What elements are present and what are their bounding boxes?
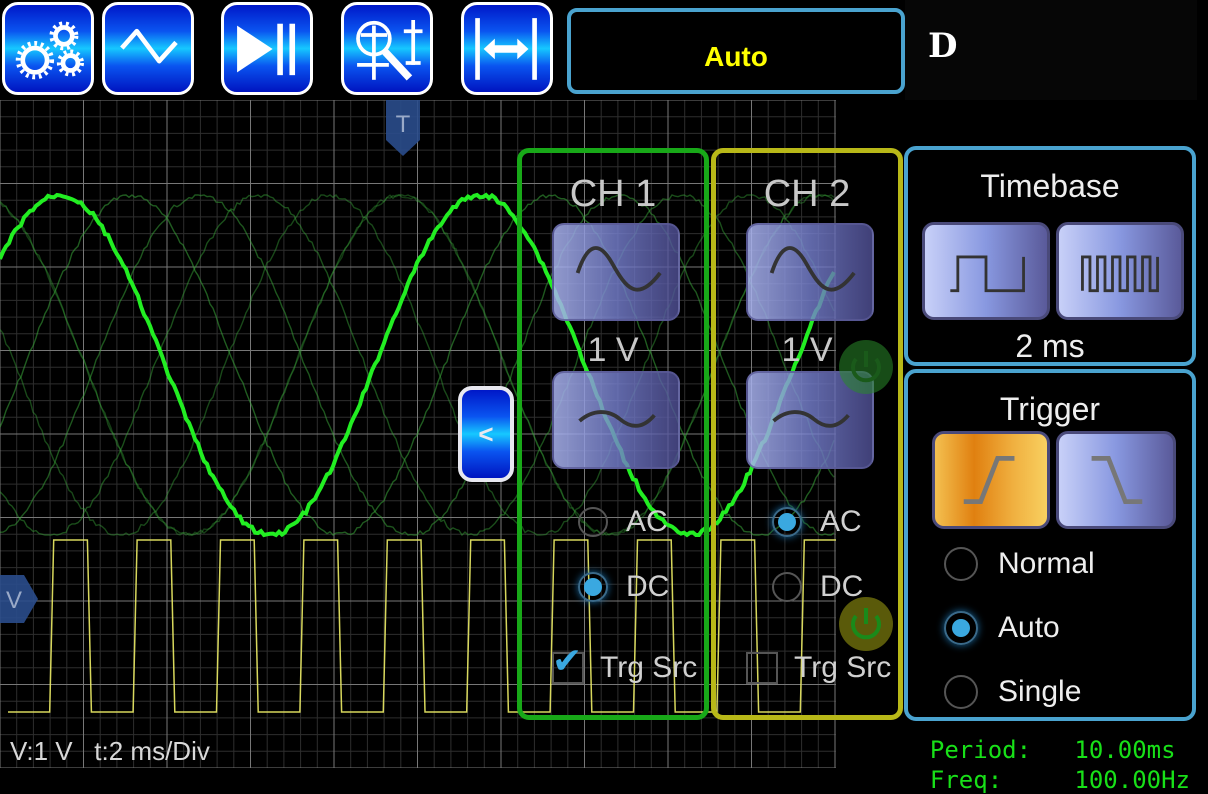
trigger-title: Trigger xyxy=(999,391,1101,427)
trigger-panel: Trigger Normal Auto Single xyxy=(904,369,1196,721)
checkbox-label: Trg Src xyxy=(600,651,698,684)
ch1-coupling-ac[interactable]: AC xyxy=(578,505,668,539)
volts-per-div: 1 V xyxy=(587,331,639,369)
timebase-title: Timebase xyxy=(980,168,1120,204)
small-sine-icon xyxy=(578,410,656,428)
rising-edge-button[interactable] xyxy=(932,431,1050,529)
trigger-level-marker[interactable]: T xyxy=(384,100,422,156)
radio-normal[interactable] xyxy=(944,547,978,581)
radio-label: AC xyxy=(820,505,862,538)
channel-title: CH 2 xyxy=(763,173,851,215)
radio-dc[interactable] xyxy=(578,572,608,602)
ch2-trigger-source[interactable]: Trg Src xyxy=(746,651,891,685)
d-label: D xyxy=(928,26,958,66)
channel-1-panel: CH 1 1 V AC DC Trg Src xyxy=(517,148,709,720)
trigger-mode-normal[interactable]: Normal xyxy=(944,547,1095,581)
freq-value: 100.00Hz xyxy=(1074,766,1190,794)
sine-wave-icon xyxy=(120,28,178,64)
narrow-square-wave-icon xyxy=(1081,255,1159,293)
horizontal-fit-icon xyxy=(475,18,537,80)
settings-button[interactable] xyxy=(2,2,94,95)
chevron-left-icon: < xyxy=(478,418,494,449)
ch2-coupling-dc[interactable]: DC xyxy=(772,570,863,604)
measure-zoom-button[interactable] xyxy=(341,2,433,95)
cursor-magnifier-icon xyxy=(356,19,423,81)
radio-ac[interactable] xyxy=(578,507,608,537)
channel-2-panel: CH 2 1 V AC DC Trg Src xyxy=(711,148,903,720)
timebase-value: 2 ms xyxy=(1015,328,1085,364)
frequency-readout: Freq: 100.00Hz xyxy=(901,738,1190,794)
timebase-increase-button[interactable] xyxy=(922,222,1050,320)
radio-label: AC xyxy=(626,505,668,538)
trigger-marker-label: T xyxy=(396,111,411,138)
trigger-source-checkbox[interactable] xyxy=(746,652,778,684)
ch1-power-icon[interactable] xyxy=(838,339,894,395)
gears-icon xyxy=(15,21,84,80)
radio-label: Auto xyxy=(998,611,1060,644)
timebase-decrease-button[interactable] xyxy=(1056,222,1184,320)
fit-width-button[interactable] xyxy=(461,2,553,95)
freq-label: Freq: xyxy=(929,766,1003,794)
checkbox-label: Trg Src xyxy=(794,651,892,684)
ch2-coupling-ac[interactable]: AC xyxy=(772,505,862,539)
run-stop-button[interactable] xyxy=(221,2,313,95)
radio-label: Single xyxy=(998,675,1082,708)
falling-edge-button[interactable] xyxy=(1056,431,1176,529)
ch1-coupling-dc[interactable]: DC xyxy=(578,570,669,604)
timebase-panel: Timebase 2 ms xyxy=(904,146,1196,366)
voltage-offset-marker[interactable]: V xyxy=(0,575,38,623)
ch1-volts-decrease-button[interactable] xyxy=(552,371,680,469)
trigger-mode-display[interactable]: Auto xyxy=(567,8,905,94)
large-sine-icon xyxy=(769,246,856,292)
trigger-source-checkbox[interactable] xyxy=(552,640,584,684)
ch2-power-icon[interactable] xyxy=(838,596,894,652)
ch1-trigger-source[interactable]: Trg Src xyxy=(552,640,698,685)
waveform-button[interactable] xyxy=(102,2,194,95)
falling-edge-icon xyxy=(1091,456,1143,504)
trigger-mode-single[interactable]: Single xyxy=(944,675,1081,709)
large-sine-icon xyxy=(575,246,662,292)
scale-status: V:1 V t:2 ms/Div xyxy=(10,736,210,766)
radio-ac[interactable] xyxy=(772,507,802,537)
play-pause-icon xyxy=(237,23,296,76)
trigger-mode-auto[interactable]: Auto xyxy=(944,611,1060,645)
radio-auto[interactable] xyxy=(944,611,978,645)
channel-title: CH 1 xyxy=(569,173,657,215)
radio-label: DC xyxy=(626,570,670,603)
collapse-panel-button[interactable]: < xyxy=(458,386,514,482)
ch1-volts-increase-button[interactable] xyxy=(552,223,680,321)
radio-single[interactable] xyxy=(944,675,978,709)
trigger-mode-label: Auto xyxy=(704,41,768,72)
rising-edge-icon xyxy=(963,456,1015,504)
radio-label: Normal xyxy=(998,547,1095,580)
wide-square-wave-icon xyxy=(950,255,1025,293)
voltage-marker-label: V xyxy=(6,587,22,614)
radio-dc[interactable] xyxy=(772,572,802,602)
ch2-volts-increase-button[interactable] xyxy=(746,223,874,321)
